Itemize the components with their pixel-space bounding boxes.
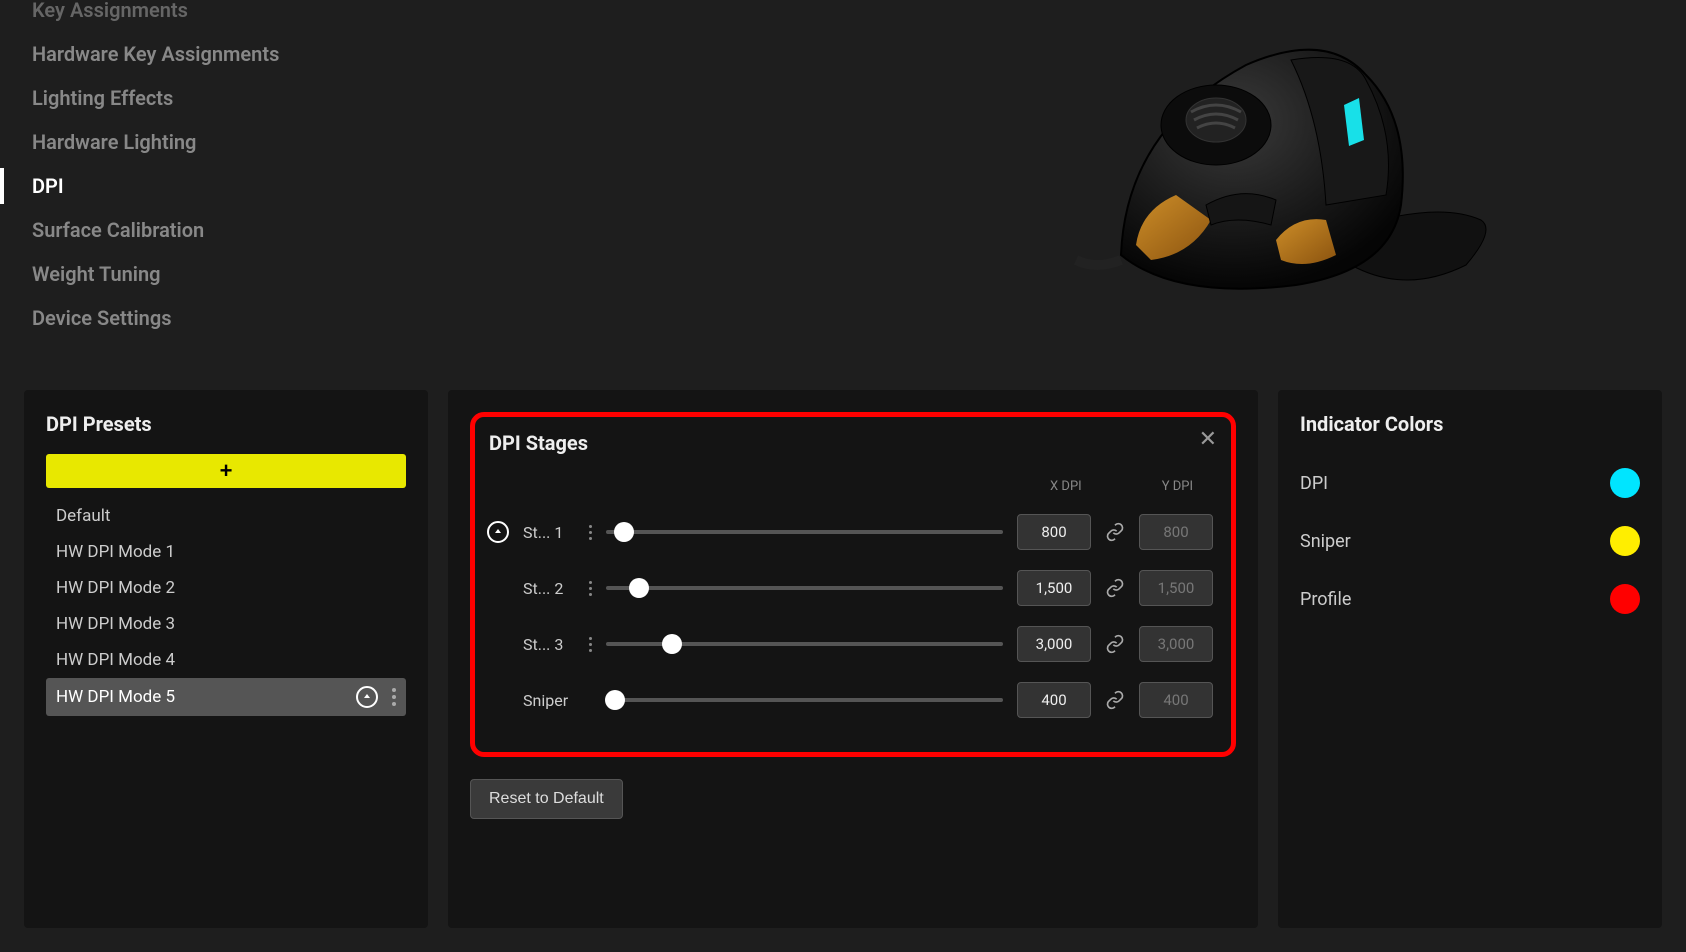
preset-label: HW DPI Mode 3 [56, 614, 175, 634]
indicator-label: DPI [1300, 473, 1328, 494]
preset-item[interactable]: HW DPI Mode 2 [46, 570, 406, 606]
stage-columns-header: X DPI Y DPI [481, 479, 1213, 494]
kebab-icon[interactable] [392, 688, 396, 706]
y-dpi-input: 1,500 [1139, 570, 1213, 606]
preset-label: HW DPI Mode 1 [56, 542, 175, 562]
close-icon[interactable]: ✕ [1199, 427, 1217, 452]
active-stage-icon [487, 521, 509, 543]
y-dpi-input: 800 [1139, 514, 1213, 550]
preset-label: HW DPI Mode 2 [56, 578, 175, 598]
dpi-slider[interactable] [606, 522, 1003, 542]
stages-title: DPI Stages [489, 431, 1213, 455]
link-xy-icon[interactable] [1105, 690, 1125, 710]
nav-item-hardware-lighting[interactable]: Hardware Lighting [0, 120, 279, 164]
reset-to-default-button[interactable]: Reset to Default [470, 779, 623, 819]
nav-item-lighting-effects[interactable]: Lighting Effects [0, 76, 279, 120]
kebab-icon[interactable] [589, 637, 592, 652]
sidebar-nav: Key AssignmentsHardware Key AssignmentsL… [0, 0, 279, 340]
dpi-slider[interactable] [606, 578, 1003, 598]
device-image [1066, 20, 1506, 320]
preset-item[interactable]: Default [46, 498, 406, 534]
x-dpi-input[interactable]: 800 [1017, 514, 1091, 550]
link-xy-icon[interactable] [1105, 522, 1125, 542]
nav-item-device-settings[interactable]: Device Settings [0, 296, 279, 340]
preset-label: Default [56, 506, 110, 526]
stage-label: Sniper [523, 691, 575, 710]
preset-label: HW DPI Mode 4 [56, 650, 175, 670]
link-xy-icon[interactable] [1105, 578, 1125, 598]
add-preset-button[interactable]: + [46, 454, 406, 488]
stage-row: St... 2 1,500 1,500 [481, 560, 1213, 616]
indicator-label: Sniper [1300, 531, 1351, 552]
color-swatch[interactable] [1610, 584, 1640, 614]
x-dpi-input[interactable]: 3,000 [1017, 626, 1091, 662]
indicator-row: DPI [1300, 454, 1640, 512]
stage-row: St... 1 800 800 [481, 504, 1213, 560]
preset-item[interactable]: HW DPI Mode 1 [46, 534, 406, 570]
stage-row: St... 3 3,000 3,000 [481, 616, 1213, 672]
nav-item-key-assignments[interactable]: Key Assignments [0, 0, 279, 32]
nav-item-hardware-key-assignments[interactable]: Hardware Key Assignments [0, 32, 279, 76]
indicator-colors-panel: Indicator Colors DPI Sniper Profile [1278, 390, 1662, 928]
x-dpi-input[interactable]: 1,500 [1017, 570, 1091, 606]
preset-item[interactable]: HW DPI Mode 5 [46, 678, 406, 716]
x-dpi-input[interactable]: 400 [1017, 682, 1091, 718]
indicator-row: Profile [1300, 570, 1640, 628]
dpi-stages-panel: DPI Stages ✕ X DPI Y DPI St... 1800800St… [448, 390, 1258, 928]
presets-title: DPI Presets [46, 412, 406, 436]
stages-highlight-frame: DPI Stages ✕ X DPI Y DPI St... 1800800St… [470, 412, 1236, 757]
dpi-slider[interactable] [606, 690, 1003, 710]
kebab-icon[interactable] [589, 581, 592, 596]
preset-item[interactable]: HW DPI Mode 3 [46, 606, 406, 642]
nav-item-surface-calibration[interactable]: Surface Calibration [0, 208, 279, 252]
stage-label: St... 3 [523, 635, 575, 654]
nav-item-weight-tuning[interactable]: Weight Tuning [0, 252, 279, 296]
link-xy-icon[interactable] [1105, 634, 1125, 654]
dpi-slider[interactable] [606, 634, 1003, 654]
preset-item[interactable]: HW DPI Mode 4 [46, 642, 406, 678]
y-dpi-input: 400 [1139, 682, 1213, 718]
color-swatch[interactable] [1610, 468, 1640, 498]
nav-item-dpi[interactable]: DPI [0, 164, 279, 208]
stage-label: St... 2 [523, 579, 575, 598]
stage-row: Sniper 400 400 [481, 672, 1213, 728]
dpi-presets-panel: DPI Presets + Default HW DPI Mode 1 HW DPI… [24, 390, 428, 928]
indicator-label: Profile [1300, 589, 1351, 610]
color-swatch[interactable] [1610, 526, 1640, 556]
y-dpi-label: Y DPI [1162, 479, 1193, 494]
preset-label: HW DPI Mode 5 [56, 687, 175, 707]
x-dpi-label: X DPI [1050, 479, 1082, 494]
y-dpi-input: 3,000 [1139, 626, 1213, 662]
active-preset-icon [356, 686, 378, 708]
indicator-row: Sniper [1300, 512, 1640, 570]
kebab-icon[interactable] [589, 525, 592, 540]
stage-label: St... 1 [523, 523, 575, 542]
indicator-colors-title: Indicator Colors [1300, 412, 1640, 436]
